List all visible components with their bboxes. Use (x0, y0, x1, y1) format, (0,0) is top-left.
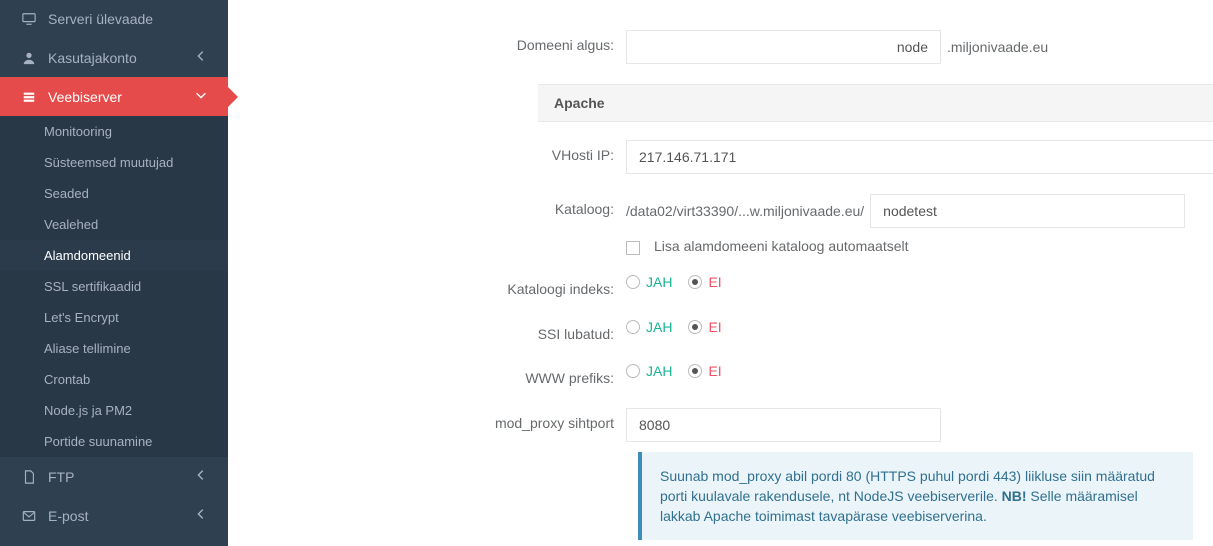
sidebar-item-label: E-post (48, 508, 88, 524)
mod-proxy-label: mod_proxy sihtport (228, 408, 626, 433)
mod-proxy-info: Suunab mod_proxy abil pordi 80 (HTTPS pu… (638, 452, 1193, 541)
main-content: Domeeni algus: .miljonivaade.eu Apache V… (228, 0, 1213, 546)
sidebar-item-error-pages[interactable]: Vealehed (0, 209, 228, 240)
sidebar-item-label: FTP (48, 469, 74, 485)
catalog-index-no[interactable]: EI (688, 274, 721, 290)
domain-suffix: .miljonivaade.eu (947, 39, 1048, 55)
auto-catalog-label: Lisa alamdomeeni kataloog automaatselt (654, 238, 909, 254)
sidebar-submenu-webserver: Monitooring Süsteemsed muutujad Seaded V… (0, 116, 228, 457)
catalog-label: Kataloog: (228, 194, 626, 219)
sidebar-item-email[interactable]: E-post (0, 496, 228, 535)
vhost-ip-label: VHosti IP: (228, 140, 626, 165)
www-prefix-no[interactable]: EI (688, 363, 721, 379)
layers-icon (22, 90, 40, 104)
sidebar-item-server-overview[interactable]: Serveri ülevaade (0, 0, 228, 38)
sidebar-item-monitoring[interactable]: Monitooring (0, 116, 228, 147)
mail-icon (22, 509, 40, 523)
sidebar-item-subdomains[interactable]: Alamdomeenid (0, 240, 228, 271)
auto-catalog-checkbox[interactable] (626, 241, 640, 255)
chevron-down-icon (194, 88, 208, 105)
catalog-index-yes[interactable]: JAH (626, 274, 672, 290)
www-prefix-label: WWW prefiks: (228, 363, 626, 388)
sidebar-item-label: Veebiserver (48, 89, 122, 105)
chevron-left-icon (194, 507, 208, 524)
apache-group-header: Apache (538, 84, 1213, 122)
sidebar-item-ftp[interactable]: FTP (0, 457, 228, 496)
sidebar-item-settings[interactable]: Seaded (0, 178, 228, 209)
ssi-label: SSI lubatud: (228, 319, 626, 344)
sidebar-item-ssl-certs[interactable]: SSL sertifikaadid (0, 271, 228, 302)
monitor-icon (22, 12, 40, 26)
sidebar-item-crontab[interactable]: Crontab (0, 364, 228, 395)
domain-start-label: Domeeni algus: (228, 30, 626, 55)
sidebar-item-nodejs-pm2[interactable]: Node.js ja PM2 (0, 395, 228, 426)
catalog-path: /data02/virt33390/...w.miljonivaade.eu/ (626, 203, 864, 219)
domain-start-input[interactable] (626, 30, 941, 64)
ssi-no[interactable]: EI (688, 319, 721, 335)
vhost-ip-input[interactable] (626, 140, 1213, 174)
catalog-index-label: Kataloogi indeks: (228, 274, 626, 299)
catalog-input[interactable] (870, 194, 1185, 228)
www-prefix-yes[interactable]: JAH (626, 363, 672, 379)
sidebar-item-label: Serveri ülevaade (48, 11, 153, 27)
user-icon (22, 51, 40, 65)
sidebar-item-webserver[interactable]: Veebiserver (0, 77, 228, 116)
sidebar-item-user-account[interactable]: Kasutajakonto (0, 38, 228, 77)
sidebar-item-system-vars[interactable]: Süsteemsed muutujad (0, 147, 228, 178)
sidebar-item-alias-order[interactable]: Aliase tellimine (0, 333, 228, 364)
info-nb: NB! (1002, 488, 1027, 504)
sidebar-item-port-forwarding[interactable]: Portide suunamine (0, 426, 228, 457)
mod-proxy-port-input[interactable] (626, 408, 941, 442)
sidebar-item-label: Kasutajakonto (48, 50, 137, 66)
chevron-left-icon (194, 49, 208, 66)
sidebar-item-lets-encrypt[interactable]: Let's Encrypt (0, 302, 228, 333)
ssi-yes[interactable]: JAH (626, 319, 672, 335)
document-icon (22, 470, 40, 484)
chevron-left-icon (194, 468, 208, 485)
sidebar: Serveri ülevaade Kasutajakonto Veebiserv… (0, 0, 228, 546)
